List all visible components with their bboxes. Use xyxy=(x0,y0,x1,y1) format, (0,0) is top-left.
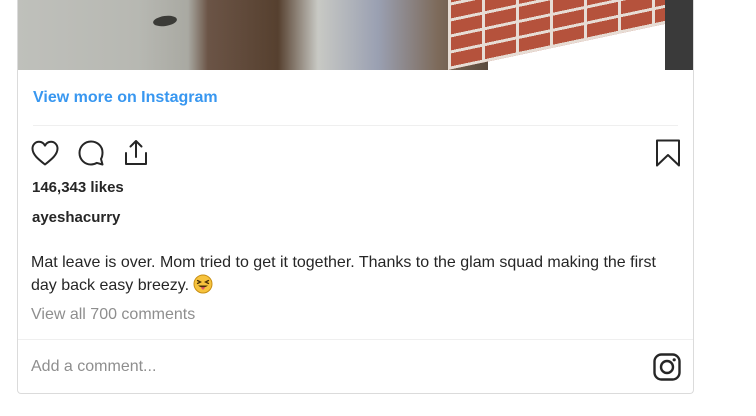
add-comment-input[interactable] xyxy=(31,352,631,382)
view-all-comments-link[interactable]: View all 700 comments xyxy=(31,306,195,324)
photo-person-area xyxy=(18,0,488,70)
photo-brick-wall xyxy=(448,0,693,70)
speech-bubble-icon xyxy=(78,140,104,166)
likes-count: 146,343 likes xyxy=(32,179,124,196)
share-button[interactable] xyxy=(120,137,152,169)
instagram-logo-icon xyxy=(653,353,681,381)
save-button[interactable] xyxy=(652,137,684,169)
comment-button[interactable] xyxy=(75,137,107,169)
post-caption: Mat leave is over. Mom tried to get it t… xyxy=(31,252,681,297)
squinting-face-with-tongue-icon xyxy=(193,274,213,294)
view-more-on-instagram-link[interactable]: View more on Instagram xyxy=(33,89,218,107)
like-button[interactable] xyxy=(29,137,61,169)
caption-text: Mat leave is over. Mom tried to get it t… xyxy=(31,254,656,294)
instagram-logo-button[interactable] xyxy=(651,351,683,383)
bookmark-icon xyxy=(656,139,680,167)
instagram-embed-card: View more on Instagram 146,343 likes aye… xyxy=(17,0,694,394)
divider xyxy=(33,125,678,126)
post-author-username[interactable]: ayeshacurry xyxy=(32,209,120,226)
photo-shadow xyxy=(665,0,693,70)
heart-icon xyxy=(31,140,59,166)
post-photo[interactable] xyxy=(18,0,693,70)
share-icon xyxy=(125,140,147,165)
divider xyxy=(18,339,693,340)
